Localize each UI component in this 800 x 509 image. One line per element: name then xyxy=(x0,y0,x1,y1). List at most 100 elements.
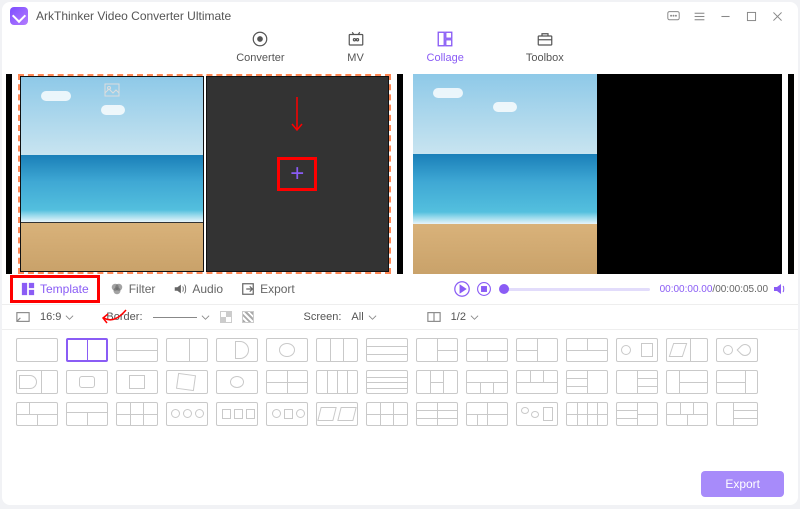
template-item[interactable] xyxy=(666,338,708,362)
add-media-icon[interactable]: + xyxy=(290,162,304,186)
divider-handle[interactable] xyxy=(397,74,403,274)
template-item[interactable] xyxy=(616,338,658,362)
left-handle[interactable] xyxy=(6,74,12,274)
workarea: + xyxy=(2,74,798,274)
nav-mv[interactable]: MV xyxy=(347,30,365,64)
template-item[interactable] xyxy=(316,370,358,394)
feedback-icon[interactable] xyxy=(660,5,686,27)
template-item[interactable] xyxy=(666,402,708,426)
right-handle[interactable] xyxy=(788,74,794,274)
close-icon[interactable] xyxy=(764,5,790,27)
template-item[interactable] xyxy=(116,402,158,426)
mid-toolbar: Template Filter Audio Export 00:00:00.00… xyxy=(2,274,798,304)
template-item[interactable] xyxy=(116,338,158,362)
annotation-arrow-icon xyxy=(290,95,304,140)
nav-label: MV xyxy=(347,52,364,64)
minimize-icon[interactable] xyxy=(712,5,738,27)
template-item[interactable] xyxy=(516,338,558,362)
nav-label: Converter xyxy=(236,52,284,64)
template-item[interactable] xyxy=(66,338,108,362)
template-item[interactable] xyxy=(216,402,258,426)
collage-slot-1[interactable] xyxy=(20,76,204,272)
template-item[interactable] xyxy=(216,338,258,362)
template-item[interactable] xyxy=(16,338,58,362)
template-item[interactable] xyxy=(266,402,308,426)
audio-icon xyxy=(173,282,187,296)
tab-filter[interactable]: Filter xyxy=(102,278,164,300)
template-item[interactable] xyxy=(16,402,58,426)
tab-audio[interactable]: Audio xyxy=(165,278,231,300)
mv-icon xyxy=(347,30,365,48)
footer: Export xyxy=(2,463,798,505)
template-icon xyxy=(21,282,35,296)
converter-icon xyxy=(251,30,269,48)
tab-label: Export xyxy=(260,282,295,296)
stop-button[interactable] xyxy=(474,279,494,299)
image-icon xyxy=(104,83,120,97)
border-pattern-swatch[interactable] xyxy=(242,311,254,323)
border-color-swatch[interactable] xyxy=(220,311,232,323)
app-logo-icon xyxy=(10,7,28,25)
template-item[interactable] xyxy=(116,370,158,394)
template-item[interactable] xyxy=(416,402,458,426)
template-item[interactable] xyxy=(166,338,208,362)
nav-collage[interactable]: Collage xyxy=(427,30,464,64)
template-item[interactable] xyxy=(566,338,608,362)
media-thumb xyxy=(21,77,203,271)
template-item[interactable] xyxy=(66,402,108,426)
play-button[interactable] xyxy=(452,279,472,299)
template-item[interactable] xyxy=(466,370,508,394)
maximize-icon[interactable] xyxy=(738,5,764,27)
template-item[interactable] xyxy=(16,370,58,394)
template-item[interactable] xyxy=(516,370,558,394)
template-item[interactable] xyxy=(466,402,508,426)
screen-label: Screen: xyxy=(304,311,342,323)
template-item[interactable] xyxy=(166,402,208,426)
export-button[interactable]: Export xyxy=(701,471,784,497)
playback-slider[interactable] xyxy=(504,288,649,291)
aspect-dropdown[interactable]: 16:9 xyxy=(40,311,74,323)
template-item[interactable] xyxy=(566,402,608,426)
titlebar: ArkThinker Video Converter Ultimate xyxy=(2,2,798,30)
template-item[interactable] xyxy=(316,402,358,426)
top-nav: Converter MV Collage Toolbox xyxy=(2,30,798,74)
aspect-icon xyxy=(16,310,30,324)
tab-export[interactable]: Export xyxy=(233,278,303,300)
template-item[interactable] xyxy=(416,338,458,362)
menu-icon[interactable] xyxy=(686,5,712,27)
annotation-arrow2-icon xyxy=(98,308,128,328)
template-item[interactable] xyxy=(316,338,358,362)
collage-slot-2[interactable]: + xyxy=(206,76,390,272)
collage-editor: + xyxy=(18,74,391,274)
border-style-dropdown[interactable] xyxy=(153,313,210,322)
template-item[interactable] xyxy=(266,338,308,362)
template-item[interactable] xyxy=(716,370,758,394)
tab-template[interactable]: Template xyxy=(10,275,100,303)
template-item[interactable] xyxy=(716,338,758,362)
template-item[interactable] xyxy=(366,402,408,426)
screen-dropdown[interactable]: All xyxy=(351,311,376,323)
tab-label: Filter xyxy=(129,282,156,296)
template-item[interactable] xyxy=(416,370,458,394)
template-item[interactable] xyxy=(666,370,708,394)
template-item[interactable] xyxy=(366,370,408,394)
export-icon xyxy=(241,282,255,296)
template-item[interactable] xyxy=(366,338,408,362)
template-item[interactable] xyxy=(266,370,308,394)
split-dropdown[interactable]: 1/2 xyxy=(451,311,479,323)
template-item[interactable] xyxy=(166,370,208,394)
template-item[interactable] xyxy=(466,338,508,362)
volume-button[interactable] xyxy=(770,279,790,299)
nav-toolbox[interactable]: Toolbox xyxy=(526,30,564,64)
template-item[interactable] xyxy=(216,370,258,394)
nav-converter[interactable]: Converter xyxy=(236,30,284,64)
tab-label: Audio xyxy=(192,282,223,296)
template-item[interactable] xyxy=(616,370,658,394)
filter-icon xyxy=(110,282,124,296)
split-icon xyxy=(427,310,441,324)
template-item[interactable] xyxy=(66,370,108,394)
template-item[interactable] xyxy=(516,402,558,426)
template-item[interactable] xyxy=(616,402,658,426)
template-item[interactable] xyxy=(716,402,758,426)
template-item[interactable] xyxy=(566,370,608,394)
